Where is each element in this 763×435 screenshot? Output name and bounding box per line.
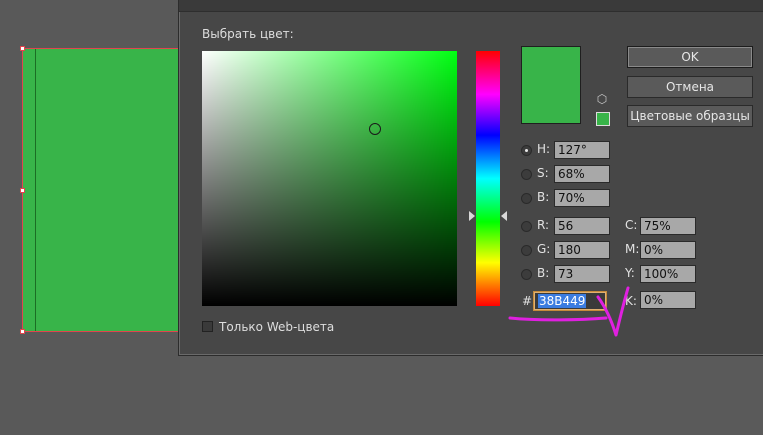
y-field[interactable]: 100% bbox=[640, 265, 696, 283]
hue-slider-right-arrow-icon[interactable] bbox=[501, 211, 507, 221]
cube-icon: ⬡ bbox=[596, 92, 608, 106]
gamut-color-swatch[interactable] bbox=[596, 112, 610, 126]
m-label: M: bbox=[625, 242, 640, 256]
hex-label: # bbox=[522, 294, 533, 308]
color-swatches-button[interactable]: Цветовые образцы bbox=[627, 105, 753, 127]
selected-green-object[interactable] bbox=[22, 48, 192, 332]
cancel-button[interactable]: Отмена bbox=[627, 76, 753, 98]
blue-label: B: bbox=[537, 266, 550, 280]
h-label: H: bbox=[537, 142, 551, 156]
radio-r[interactable] bbox=[521, 221, 532, 232]
m-field[interactable]: 0% bbox=[640, 241, 696, 259]
selection-handle-middle-left[interactable] bbox=[20, 188, 25, 193]
blue-field[interactable]: 73 bbox=[554, 265, 610, 283]
selection-handle-top-left[interactable] bbox=[20, 46, 25, 51]
radio-g[interactable] bbox=[521, 245, 532, 256]
k-label: K: bbox=[625, 294, 637, 308]
k-field[interactable]: 0% bbox=[640, 291, 696, 309]
radio-s[interactable] bbox=[521, 169, 532, 180]
select-color-label: Выбрать цвет: bbox=[202, 27, 294, 41]
radio-b[interactable] bbox=[521, 193, 532, 204]
color-picker-dialog: Выбрать цвет: ⬡ OK Отмена Цветовые образ… bbox=[178, 0, 763, 356]
saturation-brightness-field[interactable] bbox=[202, 51, 457, 306]
radio-blue[interactable] bbox=[521, 269, 532, 280]
g-label: G: bbox=[537, 242, 551, 256]
color-picker-marker[interactable] bbox=[369, 123, 381, 135]
hex-field[interactable]: 38B449 bbox=[534, 292, 606, 310]
s-label: S: bbox=[537, 166, 549, 180]
b-label: B: bbox=[537, 190, 550, 204]
c-field[interactable]: 75% bbox=[640, 217, 696, 235]
dialog-titlebar[interactable] bbox=[179, 0, 763, 12]
web-only-checkbox[interactable] bbox=[202, 321, 213, 332]
hue-slider[interactable] bbox=[476, 51, 500, 306]
y-label: Y: bbox=[625, 266, 635, 280]
ok-button[interactable]: OK bbox=[627, 46, 753, 68]
c-label: C: bbox=[625, 218, 638, 232]
r-field[interactable]: 56 bbox=[554, 217, 610, 235]
selection-handle-bottom-left[interactable] bbox=[20, 329, 25, 334]
h-field[interactable]: 127° bbox=[554, 141, 610, 159]
web-only-label: Только Web-цвета bbox=[219, 320, 335, 334]
s-field[interactable]: 68% bbox=[554, 165, 610, 183]
object-inner-edge bbox=[35, 49, 36, 331]
b-field[interactable]: 70% bbox=[554, 189, 610, 207]
current-color-swatch bbox=[521, 46, 581, 124]
hex-value-selected: 38B449 bbox=[538, 294, 587, 308]
radio-h[interactable] bbox=[521, 145, 532, 156]
hue-slider-left-arrow-icon[interactable] bbox=[469, 211, 475, 221]
r-label: R: bbox=[537, 218, 550, 232]
g-field[interactable]: 180 bbox=[554, 241, 610, 259]
